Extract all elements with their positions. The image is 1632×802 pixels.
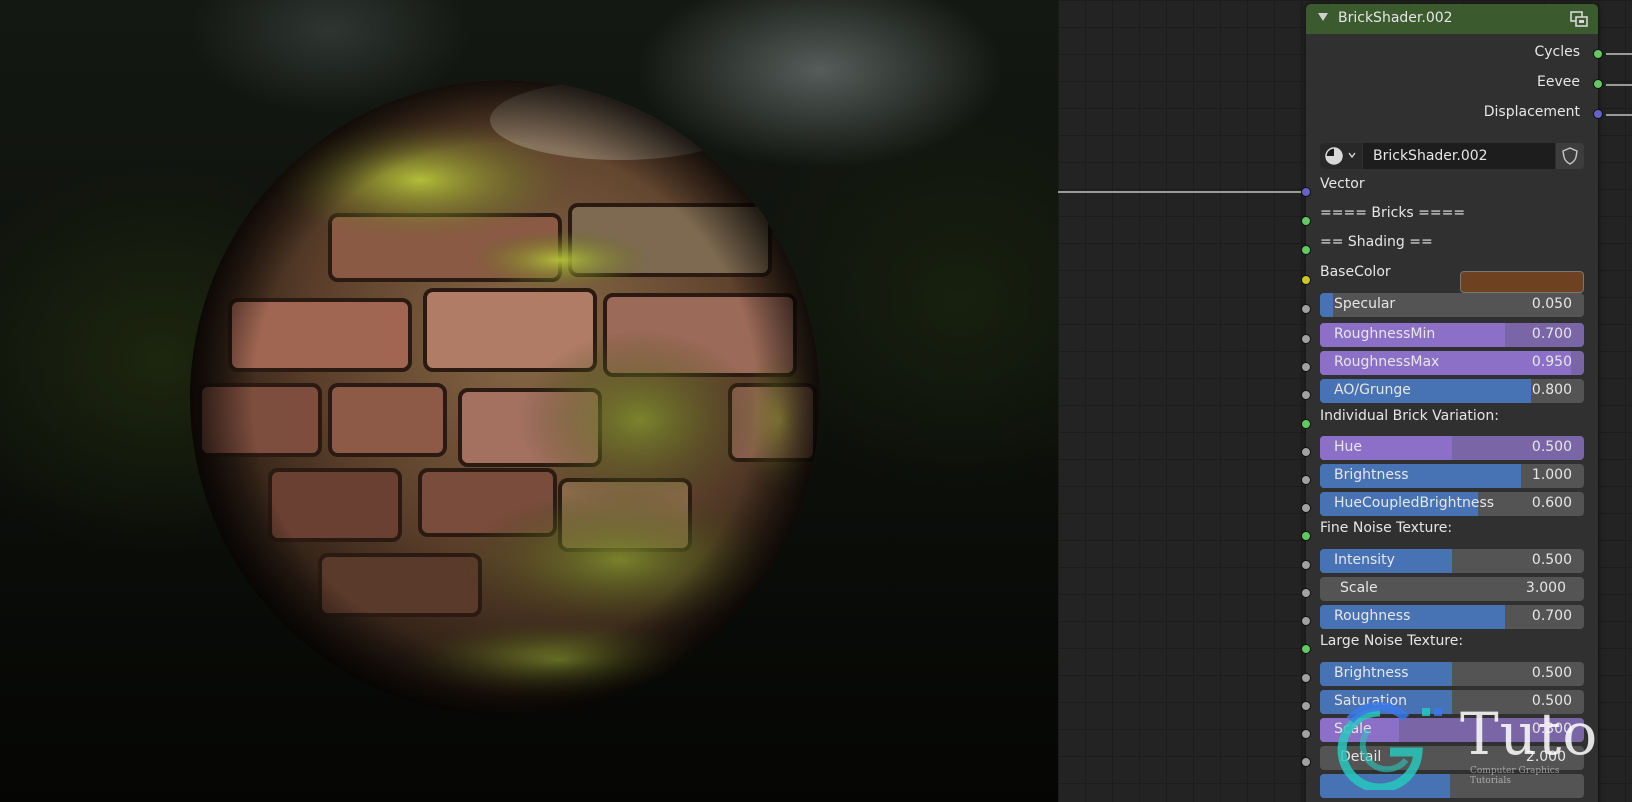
slider-value: 0.600 bbox=[1531, 495, 1572, 511]
roughness-min-slider[interactable]: RoughnessMin 0.700 bbox=[1320, 323, 1584, 347]
slider-value: 0.800 bbox=[1531, 382, 1572, 398]
slider-label: RoughnessMax bbox=[1334, 354, 1440, 370]
socket-specular[interactable] bbox=[1301, 304, 1311, 314]
socket-bricks-header[interactable] bbox=[1301, 216, 1311, 226]
render-viewport[interactable] bbox=[0, 0, 1058, 802]
slider-label: AO/Grunge bbox=[1334, 382, 1411, 398]
slider-label: Hue bbox=[1334, 439, 1363, 455]
socket-roughness-min[interactable] bbox=[1301, 334, 1311, 344]
slider-fill bbox=[1320, 774, 1450, 798]
socket-output-eevee[interactable] bbox=[1593, 79, 1603, 89]
socket-ao-grunge[interactable] bbox=[1301, 390, 1311, 400]
shader-node-editor[interactable]: BrickShader.002 Cycles Eevee Displacemen… bbox=[1058, 0, 1632, 802]
slider-value: 0.050 bbox=[1531, 296, 1572, 312]
node-tree-type-dropdown[interactable] bbox=[1320, 143, 1362, 169]
material-sphere-icon bbox=[1325, 147, 1343, 165]
individual-variation-header: Individual Brick Variation: bbox=[1320, 408, 1499, 424]
basecolor-label: BaseColor bbox=[1320, 264, 1391, 280]
slider-value: 0.500 bbox=[1531, 552, 1572, 568]
vector-input-link[interactable] bbox=[1058, 191, 1305, 193]
bricks-header-label: ==== Bricks ==== bbox=[1320, 205, 1466, 221]
node-group-datablock: BrickShader.002 bbox=[1320, 143, 1584, 169]
socket-shading-header[interactable] bbox=[1301, 245, 1311, 255]
socket-large-brightness[interactable] bbox=[1301, 673, 1311, 683]
slider-label: Scale bbox=[1340, 580, 1378, 596]
slider-value: 0.500 bbox=[1531, 693, 1572, 709]
slider-label: Detail bbox=[1340, 749, 1382, 765]
specular-slider[interactable]: Specular 0.050 bbox=[1320, 293, 1584, 317]
slider-label: Brightness bbox=[1334, 665, 1409, 681]
socket-detail[interactable] bbox=[1301, 757, 1311, 767]
slider-label: Scale bbox=[1334, 721, 1372, 737]
socket-input-vector[interactable] bbox=[1301, 187, 1311, 197]
brightness-slider[interactable]: Brightness 1.000 bbox=[1320, 464, 1584, 488]
slider-value: 3.000 bbox=[1525, 580, 1566, 596]
socket-large-noise-header[interactable] bbox=[1301, 644, 1311, 654]
hue-coupled-brightness-slider[interactable]: HueCoupledBrightness 0.600 bbox=[1320, 492, 1584, 516]
slider-fill bbox=[1320, 293, 1334, 317]
slider-label: RoughnessMin bbox=[1334, 326, 1436, 342]
socket-output-displacement[interactable] bbox=[1593, 109, 1603, 119]
slider-label: HueCoupledBrightness bbox=[1334, 495, 1495, 511]
slider-value: 2.000 bbox=[1525, 749, 1566, 765]
input-vector-label: Vector bbox=[1320, 176, 1365, 192]
shading-header-label: == Shading == bbox=[1320, 234, 1433, 250]
socket-large-scale[interactable] bbox=[1301, 729, 1311, 739]
socket-roughness-max[interactable] bbox=[1301, 362, 1311, 372]
socket-intensity[interactable] bbox=[1301, 560, 1311, 570]
large-noise-header: Large Noise Texture: bbox=[1320, 633, 1464, 649]
node-header[interactable]: BrickShader.002 bbox=[1306, 4, 1598, 34]
socket-fine-noise-header[interactable] bbox=[1301, 531, 1311, 541]
socket-basecolor[interactable] bbox=[1301, 275, 1311, 285]
detail-field[interactable]: Detail 2.000 bbox=[1320, 746, 1584, 770]
slider-label: Specular bbox=[1334, 296, 1396, 312]
chevron-down-icon bbox=[1348, 152, 1356, 159]
displacement-output-link[interactable] bbox=[1606, 114, 1632, 116]
brick-sphere-render bbox=[190, 80, 820, 716]
slider-label: Saturation bbox=[1334, 693, 1407, 709]
socket-output-cycles[interactable] bbox=[1593, 49, 1603, 59]
node-group-icon[interactable] bbox=[1570, 11, 1588, 27]
large-brightness-slider[interactable]: Brightness 0.500 bbox=[1320, 662, 1584, 686]
socket-saturation[interactable] bbox=[1301, 701, 1311, 711]
slider-value: 0.500 bbox=[1531, 439, 1572, 455]
socket-hue-coupled-brightness[interactable] bbox=[1301, 503, 1311, 513]
next-slider-partial[interactable] bbox=[1320, 774, 1584, 798]
slider-label: Brightness bbox=[1334, 467, 1409, 483]
roughness-max-slider[interactable]: RoughnessMax 0.950 bbox=[1320, 351, 1584, 375]
socket-fine-scale[interactable] bbox=[1301, 588, 1311, 598]
ao-grunge-slider[interactable]: AO/Grunge 0.800 bbox=[1320, 379, 1584, 403]
roughness-slider[interactable]: Roughness 0.700 bbox=[1320, 605, 1584, 629]
shield-icon bbox=[1562, 147, 1578, 165]
brickshader-group-node[interactable]: BrickShader.002 Cycles Eevee Displacemen… bbox=[1301, 4, 1603, 802]
cycles-output-link[interactable] bbox=[1606, 53, 1632, 55]
fake-user-toggle[interactable] bbox=[1556, 143, 1584, 169]
collapse-arrow-icon[interactable] bbox=[1318, 13, 1328, 21]
output-cycles: Cycles bbox=[1534, 44, 1580, 60]
node-group-name-field[interactable]: BrickShader.002 bbox=[1363, 143, 1555, 169]
node-title: BrickShader.002 bbox=[1338, 10, 1453, 26]
eevee-output-link[interactable] bbox=[1606, 84, 1632, 86]
hue-slider[interactable]: Hue 0.500 bbox=[1320, 436, 1584, 460]
slider-value: 1.000 bbox=[1531, 467, 1572, 483]
large-scale-slider[interactable]: Scale 0.300 bbox=[1320, 718, 1584, 742]
slider-label: Intensity bbox=[1334, 552, 1395, 568]
slider-value: 0.950 bbox=[1531, 354, 1572, 370]
slider-value: 0.500 bbox=[1531, 665, 1572, 681]
slider-label: Roughness bbox=[1334, 608, 1411, 624]
output-displacement: Displacement bbox=[1483, 104, 1580, 120]
slider-value: 0.700 bbox=[1531, 326, 1572, 342]
basecolor-swatch[interactable] bbox=[1460, 271, 1584, 293]
socket-individual-header[interactable] bbox=[1301, 419, 1311, 429]
slider-value: 0.700 bbox=[1531, 608, 1572, 624]
socket-brightness[interactable] bbox=[1301, 475, 1311, 485]
slider-value: 0.300 bbox=[1531, 721, 1572, 737]
intensity-slider[interactable]: Intensity 0.500 bbox=[1320, 549, 1584, 573]
output-eevee: Eevee bbox=[1537, 74, 1580, 90]
fine-noise-header: Fine Noise Texture: bbox=[1320, 520, 1453, 536]
socket-hue[interactable] bbox=[1301, 447, 1311, 457]
fine-scale-field[interactable]: Scale 3.000 bbox=[1320, 577, 1584, 601]
socket-roughness[interactable] bbox=[1301, 616, 1311, 626]
saturation-slider[interactable]: Saturation 0.500 bbox=[1320, 690, 1584, 714]
